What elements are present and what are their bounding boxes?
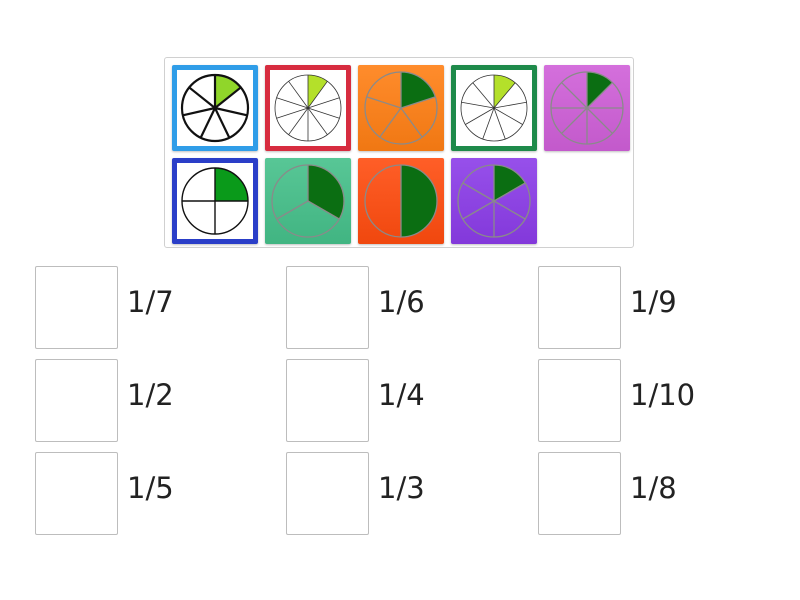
pie-shaded-sector [587,72,613,108]
drop-slot-1-10[interactable] [538,359,621,442]
drop-slot-1-9[interactable] [538,266,621,349]
pie-division-line [379,107,402,138]
drop-slot-1-3[interactable] [286,452,369,535]
pie-division-line [561,82,588,109]
pie-icon [181,167,249,235]
drop-slot-1-2[interactable] [35,359,118,442]
target-label: 1/10 [630,378,696,412]
target-label: 1/4 [378,378,425,412]
pie-icon [550,71,624,145]
fraction-tile-1-2[interactable] [358,158,444,244]
drop-slot-1-5[interactable] [35,452,118,535]
pie-division-line [561,107,588,134]
fraction-tile-1-5[interactable] [358,65,444,151]
drop-slot-1-6[interactable] [286,266,369,349]
tile-tray [164,57,634,248]
pie-icon [364,71,438,145]
pie-division-line [493,200,526,220]
pie-icon [457,164,531,238]
pie-icon [460,74,528,142]
pie-division-line [400,107,423,138]
pie-shaded-sector [401,165,437,237]
target-label: 1/3 [378,471,425,505]
pie-division-line [462,182,495,202]
fraction-tile-1-9[interactable] [451,65,537,151]
pie-icon [364,164,438,238]
fraction-tile-1-6[interactable] [451,158,537,244]
pie-icon [271,164,345,238]
target-label: 1/9 [630,285,677,319]
pie-division-line [366,96,402,109]
pie-shaded-sector [494,165,526,201]
fraction-tile-1-10[interactable] [265,65,351,151]
fraction-tile-1-3[interactable] [265,158,351,244]
drop-slot-1-7[interactable] [35,266,118,349]
drop-slot-1-8[interactable] [538,452,621,535]
pie-division-line [462,200,495,220]
target-label: 1/8 [630,471,677,505]
fraction-tile-1-4[interactable] [172,158,258,244]
target-label: 1/5 [127,471,174,505]
pie-division-line [586,107,613,134]
target-label: 1/2 [127,378,174,412]
pie-icon [274,74,342,142]
fraction-tile-1-8[interactable] [544,65,630,151]
fraction-tile-1-7[interactable] [172,65,258,151]
pie-division-line [276,200,309,220]
drop-slot-1-4[interactable] [286,359,369,442]
target-label: 1/6 [378,285,425,319]
target-label: 1/7 [127,285,174,319]
pie-icon [180,73,250,143]
